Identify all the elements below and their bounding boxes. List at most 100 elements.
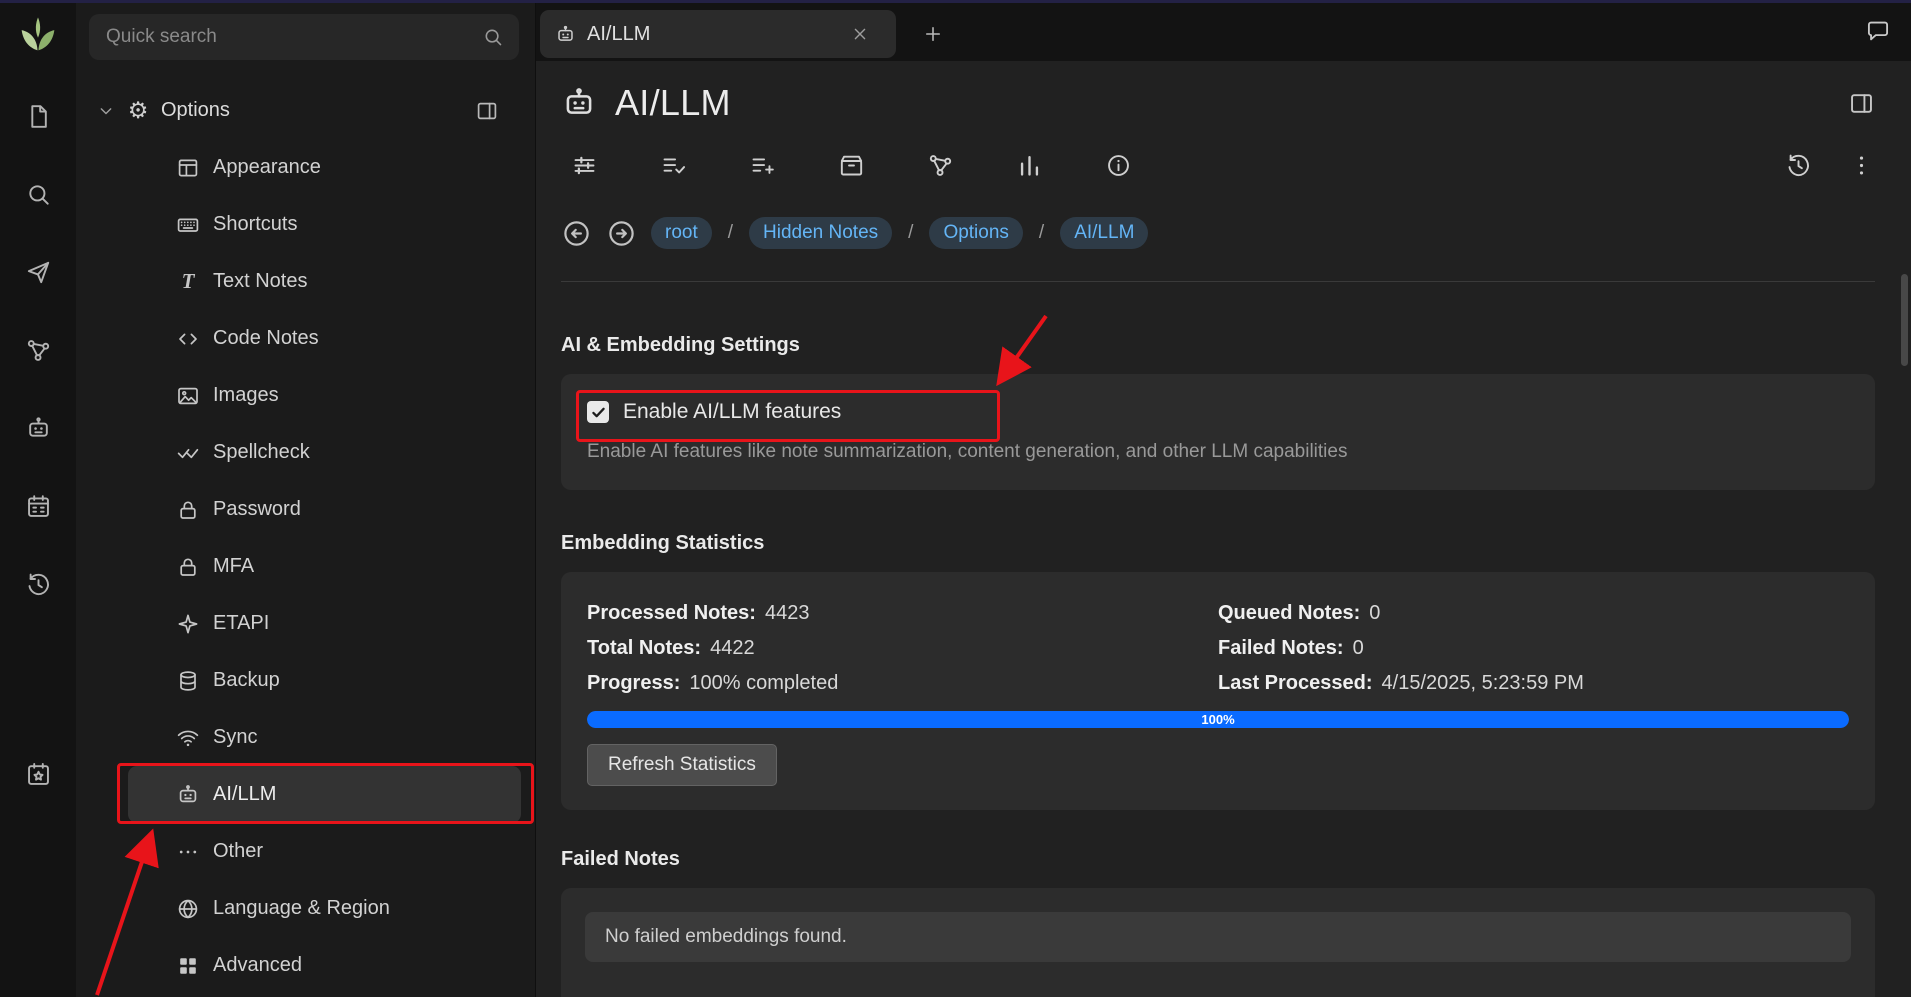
chevron-down-icon[interactable] <box>96 101 116 121</box>
code-icon <box>176 327 200 351</box>
tree-item-sync[interactable]: Sync <box>76 709 535 766</box>
stat-value: 0 <box>1353 637 1364 659</box>
tree-item-code-notes[interactable]: Code Notes <box>76 310 535 367</box>
stat-label: Failed Notes: <box>1218 637 1344 659</box>
tree-item-shortcuts[interactable]: Shortcuts <box>76 196 535 253</box>
tree-item-etapi[interactable]: ETAPI <box>76 595 535 652</box>
split-panel-icon[interactable] <box>475 99 499 123</box>
section-heading-failed-notes: Failed Notes <box>561 846 1875 872</box>
robot-icon <box>176 783 200 807</box>
history-icon <box>25 571 52 598</box>
ribbon-similar-notes-button[interactable] <box>1016 152 1043 179</box>
ai-enable-description: Enable AI features like note summarizati… <box>587 440 1849 464</box>
robot-icon <box>25 415 52 442</box>
arrow-left-circle-icon <box>561 218 592 249</box>
launcher-recent-changes-button[interactable] <box>16 562 60 606</box>
gear-icon: ⚙ <box>126 99 150 123</box>
launcher-calendar-button[interactable] <box>16 484 60 528</box>
refresh-statistics-button[interactable]: Refresh Statistics <box>587 744 777 786</box>
sliders-icon <box>571 152 598 179</box>
close-icon[interactable] <box>850 24 870 44</box>
stat-last-processed: Last Processed:4/15/2025, 5:23:59 PM <box>1218 666 1849 701</box>
file-icon <box>25 103 52 130</box>
stat-processed-notes: Processed Notes: 4423 <box>587 596 1218 631</box>
failed-notes-empty-message: No failed embeddings found. <box>585 912 1851 962</box>
tree-item-images[interactable]: Images <box>76 367 535 424</box>
tab-bar: AI/LLM <box>536 0 1911 61</box>
stat-label: Processed Notes: <box>587 602 756 624</box>
breadcrumb: root / Hidden Notes / Options / AI/LLM <box>561 215 1875 251</box>
lock-icon <box>176 498 200 522</box>
tree-item-other[interactable]: Other <box>76 823 535 880</box>
launcher-bookmarks-button[interactable] <box>16 752 60 796</box>
breadcrumb-item-hidden-notes[interactable]: Hidden Notes <box>749 217 892 250</box>
ribbon-note-map-button[interactable] <box>927 152 954 179</box>
quick-search <box>89 14 519 60</box>
trilium-logo[interactable] <box>18 14 58 54</box>
split-view-button[interactable] <box>1848 90 1875 117</box>
embedding-progress-label: 100% <box>587 711 1849 728</box>
launcher-new-note-button[interactable] <box>16 94 60 138</box>
ribbon-owned-attributes-button[interactable] <box>660 152 687 179</box>
tree-item-advanced[interactable]: Advanced <box>76 937 535 994</box>
stat-failed-notes: Failed Notes: 0 <box>1218 631 1849 666</box>
launcher-jump-to-note-button[interactable] <box>16 250 60 294</box>
search-icon[interactable] <box>482 26 504 48</box>
ribbon-basic-properties-button[interactable] <box>571 152 598 179</box>
robot-icon <box>555 24 576 45</box>
tree-item-backup[interactable]: Backup <box>76 652 535 709</box>
new-tab-button[interactable] <box>918 19 948 49</box>
note-revisions-button[interactable] <box>1785 152 1812 179</box>
ribbon-inherited-attributes-button[interactable] <box>749 152 776 179</box>
list-plus-icon <box>749 152 776 179</box>
note-title[interactable]: AI/LLM <box>615 82 731 124</box>
robot-icon <box>561 85 597 121</box>
stat-value: 4423 <box>765 602 810 624</box>
note-tree: ⚙ Options Appearance Shortcuts TText Not… <box>76 82 535 994</box>
ribbon-note-info-button[interactable] <box>1105 152 1132 179</box>
tree-item-label: Options <box>161 99 230 122</box>
history-back-button[interactable] <box>561 218 592 249</box>
ellipsis-icon <box>176 840 200 864</box>
tab-ai-llm[interactable]: AI/LLM <box>540 10 896 58</box>
grid-icon <box>176 954 200 978</box>
image-icon <box>176 384 200 408</box>
breadcrumb-item-options[interactable]: Options <box>929 217 1022 250</box>
section-heading-ai-settings: AI & Embedding Settings <box>561 332 1875 358</box>
ribbon-note-paths-button[interactable] <box>838 152 865 179</box>
quick-search-input[interactable] <box>104 25 472 49</box>
tab-label: AI/LLM <box>587 23 650 46</box>
enable-ai-row[interactable]: Enable AI/LLM features <box>587 394 1849 430</box>
tree-item-appearance[interactable]: Appearance <box>76 139 535 196</box>
scrollbar-thumb[interactable] <box>1901 274 1908 366</box>
launcher-ai-chat-button[interactable] <box>16 406 60 450</box>
kebab-icon <box>1848 152 1875 179</box>
launcher-search-button[interactable] <box>16 172 60 216</box>
tree-item-spellcheck[interactable]: Spellcheck <box>76 424 535 481</box>
breadcrumb-item-root[interactable]: root <box>651 217 712 250</box>
breadcrumb-item-ai-llm[interactable]: AI/LLM <box>1060 217 1148 250</box>
note-title-row: AI/LLM <box>561 77 1875 129</box>
tree-item-language-region[interactable]: Language & Region <box>76 880 535 937</box>
tree-item-label: Language & Region <box>213 897 390 920</box>
ai-settings-card: Enable AI/LLM features Enable AI feature… <box>561 374 1875 490</box>
stat-label: Total Notes: <box>587 637 701 659</box>
tree-item-ai-llm[interactable]: AI/LLM <box>128 766 521 823</box>
send-icon <box>25 259 52 286</box>
launcher-note-map-button[interactable] <box>16 328 60 372</box>
tree-item-text-notes[interactable]: TText Notes <box>76 253 535 310</box>
ai-enable-checkbox[interactable] <box>587 401 609 423</box>
failed-notes-card: No failed embeddings found. <box>561 888 1875 997</box>
note-map-icon <box>25 337 52 364</box>
history-forward-button[interactable] <box>606 218 637 249</box>
tree-item-options[interactable]: ⚙ Options <box>76 82 535 139</box>
stat-progress: Progress:100% completed <box>587 666 1218 701</box>
note-actions-menu-button[interactable] <box>1848 152 1875 179</box>
note-map-icon <box>927 152 954 179</box>
chat-button[interactable] <box>1861 14 1895 48</box>
tree-item-mfa[interactable]: MFA <box>76 538 535 595</box>
list-check-icon <box>660 152 687 179</box>
spellcheck-icon <box>176 441 200 465</box>
info-icon <box>1105 152 1132 179</box>
tree-item-password[interactable]: Password <box>76 481 535 538</box>
